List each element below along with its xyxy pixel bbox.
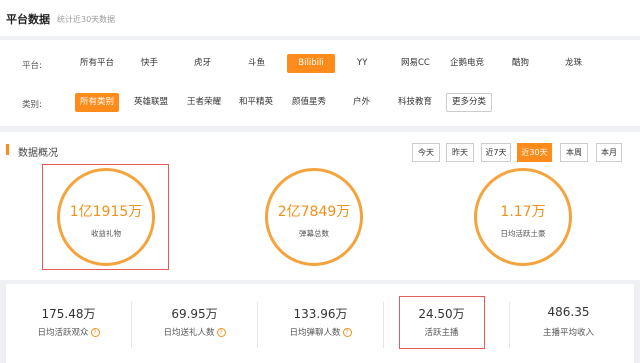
- active-tycoon-circle: 1.17万 日均活跃土豪: [474, 168, 572, 266]
- stat-value: 24.50万: [418, 307, 465, 321]
- platform-label: 平台:: [22, 61, 42, 71]
- platform-option-netease-cc[interactable]: 网易CC: [396, 54, 435, 73]
- help-icon[interactable]: ?: [216, 328, 226, 337]
- time-button-this-week[interactable]: 本周: [560, 143, 588, 162]
- active-tycoon-label: 日均活跃土豪: [500, 229, 546, 238]
- stat-label: 日均弹聊人数: [289, 328, 341, 338]
- category-option-lol[interactable]: 英雄联盟: [129, 93, 173, 112]
- platform-option-kugou[interactable]: 酷狗: [507, 54, 534, 73]
- active-tycoon-value: 1.17万: [500, 204, 546, 220]
- gift-income-circle: 1亿1915万 收益礼物: [57, 168, 155, 266]
- danmaku-total-value: 2亿7849万: [277, 204, 351, 220]
- category-option-peace-elite[interactable]: 和平精英: [234, 93, 278, 112]
- stat-value: 486.35: [547, 305, 590, 319]
- page-header: 平台数据 统计近30天数据: [0, 0, 640, 36]
- filter-panel: 平台: 所有平台 快手 虎牙 斗鱼 Bilibili YY 网易CC 企鹅电竞 …: [0, 40, 640, 126]
- category-option-tech-education[interactable]: 科技教育: [393, 93, 437, 112]
- help-icon[interactable]: ?: [90, 328, 100, 337]
- platform-option-bilibili[interactable]: Bilibili: [287, 54, 335, 73]
- platform-option-kuaishou[interactable]: 快手: [136, 54, 163, 73]
- help-icon[interactable]: ?: [342, 328, 352, 337]
- stat-label-row: 日均送礼人数?: [132, 326, 257, 338]
- danmaku-total-circle: 2亿7849万 弹幕总数: [265, 168, 363, 266]
- stat-daily-active-viewers: 175.48万 日均活跃观众?: [6, 284, 131, 363]
- stat-value: 175.48万: [41, 307, 96, 321]
- category-label: 类别:: [22, 100, 42, 110]
- time-button-this-month[interactable]: 本月: [596, 143, 622, 162]
- category-option-beauty-show[interactable]: 颜值星秀: [287, 93, 331, 112]
- stat-value: 69.95万: [171, 307, 218, 321]
- stat-value: 133.96万: [293, 307, 348, 321]
- stat-label: 主播平均收入: [542, 328, 594, 338]
- platform-option-douyu[interactable]: 斗鱼: [243, 54, 270, 73]
- time-button-yesterday[interactable]: 昨天: [446, 143, 474, 162]
- page-subtitle: 统计近30天数据: [57, 15, 116, 24]
- platform-option-penguin-esports[interactable]: 企鹅电竞: [445, 54, 489, 73]
- platform-option-longzhu[interactable]: 龙珠: [560, 54, 587, 73]
- stat-label: 日均送礼人数: [163, 328, 215, 338]
- platform-option-yy[interactable]: YY: [352, 54, 372, 73]
- stat-streamer-avg-income: 486.35 主播平均收入: [506, 284, 631, 363]
- time-button-30days[interactable]: 近30天: [517, 143, 552, 162]
- section-accent-bar: [6, 144, 9, 155]
- more-categories-button[interactable]: 更多分类: [446, 93, 493, 112]
- overview-title: 数据概况: [18, 148, 58, 159]
- danmaku-total-label: 弹幕总数: [299, 229, 329, 238]
- stat-active-streamers: 24.50万 活跃主播: [379, 284, 504, 363]
- stats-row: 175.48万 日均活跃观众? 69.95万 日均送礼人数? 133.96万 日…: [6, 284, 634, 363]
- platform-option-all[interactable]: 所有平台: [75, 54, 119, 73]
- category-option-outdoor[interactable]: 户外: [348, 93, 375, 112]
- category-option-honor-of-kings[interactable]: 王者荣耀: [182, 93, 226, 112]
- data-overview-panel: 数据概况 今天 昨天 近7天 近30天 本周 本月 1亿1915万 收益礼物 2…: [0, 132, 640, 280]
- page-title: 平台数据: [6, 13, 50, 26]
- time-button-today[interactable]: 今天: [412, 143, 440, 162]
- platform-option-huya[interactable]: 虎牙: [189, 54, 216, 73]
- gift-income-label: 收益礼物: [91, 229, 121, 238]
- category-option-all[interactable]: 所有类别: [75, 93, 120, 112]
- gift-income-value: 1亿1915万: [69, 204, 143, 220]
- stat-label: 日均活跃观众: [37, 328, 89, 338]
- time-button-7days[interactable]: 近7天: [481, 143, 511, 162]
- stat-label-row: 日均弹聊人数?: [258, 326, 383, 338]
- stat-label: 活跃主播: [424, 328, 459, 338]
- stat-label-row: 日均活跃观众?: [6, 326, 131, 338]
- stat-daily-gift-senders: 69.95万 日均送礼人数?: [132, 284, 257, 363]
- stat-daily-danmaku-users: 133.96万 日均弹聊人数?: [258, 284, 383, 363]
